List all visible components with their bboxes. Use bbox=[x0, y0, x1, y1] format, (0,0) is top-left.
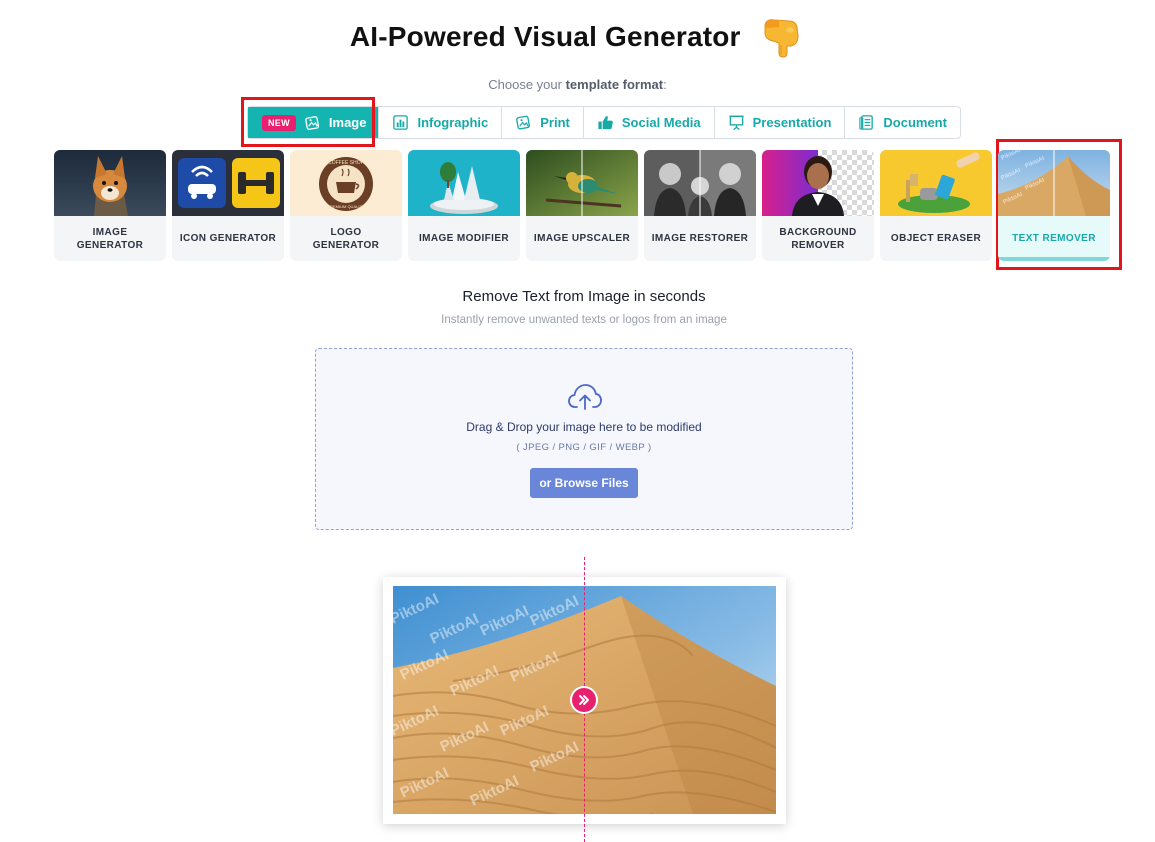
document-icon bbox=[859, 115, 874, 130]
prompt-suffix: : bbox=[663, 77, 667, 92]
eraser-thumbnail bbox=[880, 150, 992, 216]
template-format-tabs: NEW Image Infographic Print Social Media… bbox=[247, 106, 961, 139]
tool-label: IMAGE UPSCALER bbox=[533, 233, 631, 244]
tab-print[interactable]: Print bbox=[502, 107, 584, 138]
prompt-prefix: Choose your bbox=[488, 77, 562, 92]
corgi-thumbnail bbox=[54, 150, 166, 216]
tool-image-upscaler[interactable]: IMAGE UPSCALER bbox=[526, 150, 638, 261]
tool-label: OBJECT ERASER bbox=[890, 233, 982, 244]
tab-label: Document bbox=[883, 115, 947, 130]
tab-label: Presentation bbox=[752, 115, 832, 130]
new-badge: NEW bbox=[262, 114, 296, 131]
icon-thumbnail bbox=[172, 150, 284, 216]
tab-image[interactable]: NEW Image bbox=[248, 107, 380, 138]
tool-text-remover[interactable]: PiktoAI PiktoAI PiktoAI PiktoAI PiktoAI … bbox=[998, 150, 1110, 261]
bar-chart-icon bbox=[393, 115, 409, 130]
tab-label: Print bbox=[540, 115, 570, 130]
logo-subtext: PREMIUM QUALITY bbox=[327, 204, 364, 209]
modifier-thumbnail bbox=[408, 150, 520, 216]
tool-label: LOGO GENERATOR bbox=[312, 226, 380, 251]
tool-image-modifier[interactable]: IMAGE MODIFIER bbox=[408, 150, 520, 261]
template-format-prompt: Choose your template format: bbox=[0, 77, 1155, 92]
tab-document[interactable]: Document bbox=[845, 107, 960, 138]
tool-logo-generator[interactable]: COFFEE SHOP PREMIUM QUALITY LOGO GENERAT… bbox=[290, 150, 402, 261]
presentation-board-icon bbox=[729, 115, 744, 131]
double-chevron-right-icon bbox=[579, 695, 589, 705]
tab-label: Image bbox=[328, 115, 367, 130]
tab-presentation[interactable]: Presentation bbox=[715, 107, 846, 138]
bird-thumbnail bbox=[526, 150, 638, 216]
tool-label: IMAGE RESTORER bbox=[651, 233, 749, 244]
portrait-thumbnail bbox=[762, 150, 874, 216]
tool-object-eraser[interactable]: OBJECT ERASER bbox=[880, 150, 992, 261]
thumbs-up-icon bbox=[598, 116, 613, 130]
tool-image-restorer[interactable]: IMAGE RESTORER bbox=[644, 150, 756, 261]
prompt-bold: template format bbox=[565, 77, 664, 92]
tool-label: ICON GENERATOR bbox=[179, 233, 277, 244]
tool-background-remover[interactable]: BACKGROUND REMOVER bbox=[762, 150, 874, 261]
page-header: AI-Powered Visual Generator bbox=[0, 14, 1155, 60]
tool-label: TEXT REMOVER bbox=[1012, 233, 1096, 244]
remover-subtitle: Instantly remove unwanted texts or logos… bbox=[441, 314, 727, 326]
page-title: AI-Powered Visual Generator bbox=[349, 21, 741, 52]
coffee-logo-thumbnail: COFFEE SHOP PREMIUM QUALITY bbox=[290, 150, 402, 216]
tab-social-media[interactable]: Social Media bbox=[584, 107, 715, 138]
upload-dropzone[interactable]: Drag & Drop your image here to be modifi… bbox=[315, 348, 853, 530]
tool-image-generator[interactable]: IMAGE GENERATOR bbox=[54, 150, 166, 261]
tool-label: BACKGROUND REMOVER bbox=[779, 226, 857, 251]
family-photo-thumbnail bbox=[644, 150, 756, 216]
image-icon bbox=[305, 116, 319, 130]
tab-label: Social Media bbox=[621, 115, 701, 130]
tool-icon-generator[interactable]: ICON GENERATOR bbox=[172, 150, 284, 261]
tab-label: Infographic bbox=[417, 115, 489, 130]
tool-label: IMAGE MODIFIER bbox=[418, 233, 510, 244]
page: AI-Powered Visual Generator Choose your … bbox=[0, 0, 1155, 842]
logo-text: COFFEE SHOP bbox=[328, 160, 365, 166]
tool-label: IMAGE GENERATOR bbox=[76, 226, 144, 251]
cloud-upload-icon bbox=[568, 384, 602, 410]
print-image-icon bbox=[516, 115, 531, 130]
dropzone-text: Drag & Drop your image here to be modifi… bbox=[466, 420, 702, 434]
comparison-slider-handle[interactable] bbox=[572, 688, 596, 712]
dropzone-formats: ( JPEG / PNG / GIF / WEBP ) bbox=[516, 442, 652, 453]
browse-files-button[interactable]: or Browse Files bbox=[530, 468, 638, 498]
remover-title: Remove Text from Image in seconds bbox=[462, 288, 706, 305]
desert-thumbnail: PiktoAI PiktoAI PiktoAI PiktoAI PiktoAI bbox=[998, 150, 1110, 216]
tool-cards: IMAGE GENERATOR ICON GENERATOR COFFEE SH… bbox=[54, 150, 1110, 261]
tab-infographic[interactable]: Infographic bbox=[379, 107, 503, 138]
pointing-down-hand-icon bbox=[764, 19, 799, 58]
